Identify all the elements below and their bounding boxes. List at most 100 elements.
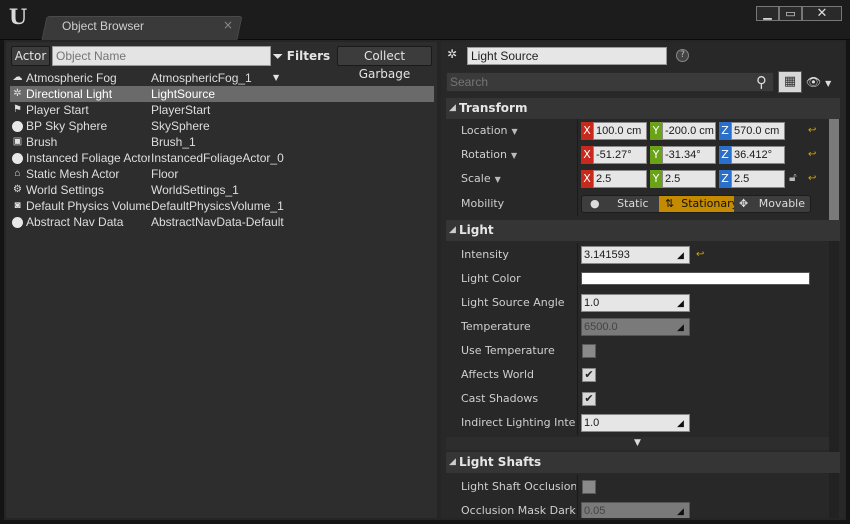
row-rotation: Rotation ▼ X -51.27° Y -31.34° Z 36.412° … [446, 143, 829, 167]
scale-z-field[interactable]: 2.5 [731, 170, 785, 188]
list-item[interactable]: Instanced Foliage Actor InstancedFoliageA… [10, 150, 434, 166]
row-indirect-lighting: Indirect Lighting Intensity 1.0◢ [446, 411, 829, 435]
category-light-shafts[interactable]: ◢ Light Shafts [446, 452, 840, 473]
view-options-button[interactable]: 👁 ▼ [806, 73, 838, 91]
cast-shadows-label: Cast Shadows [461, 392, 539, 405]
show-advanced-button[interactable]: ▼ [446, 437, 829, 450]
category-transform[interactable]: ◢ Transform [446, 98, 840, 119]
occlusion-mask-field[interactable]: 0.05 ◢ [581, 502, 690, 518]
intensity-label: Intensity [461, 248, 509, 261]
tab-close-icon[interactable]: × [222, 19, 234, 31]
details-search-input[interactable] [446, 72, 774, 92]
scale-label[interactable]: Scale ▼ [461, 167, 576, 191]
light-shaft-occlusion-label: Light Shaft Occlusion [461, 480, 576, 493]
row-scale: Scale ▼ X 2.5 Y 2.5 Z 2.5 🔓︎ ↩ [446, 167, 829, 191]
z-axis-label: Z [719, 170, 731, 188]
light-color-label[interactable]: ▷Light Color [461, 267, 576, 291]
location-z-field[interactable]: 570.0 cm [731, 122, 785, 140]
search-icon: ⚲ [756, 73, 767, 91]
list-item[interactable]: ⚙ World Settings WorldSettings_1 [10, 182, 434, 198]
maximize-button[interactable]: ▭ [779, 6, 802, 21]
tab-title: Object Browser [62, 19, 145, 33]
row-light-color: ▷Light Color [446, 267, 829, 291]
location-y-field[interactable]: -200.0 cm [662, 122, 716, 140]
rotation-z-field[interactable]: 36.412° [731, 146, 785, 164]
cast-shadows-checkbox[interactable]: ✔ [582, 392, 596, 406]
intensity-field[interactable]: 3.141593 ◢ [581, 246, 690, 264]
list-item[interactable]: ▣ Brush Brush_1 [10, 134, 434, 150]
row-mobility: Mobility ● Static ⇅ Stationary ✥ Movable [446, 192, 829, 216]
affects-world-checkbox[interactable]: ✔ [582, 368, 596, 382]
list-item[interactable]: ⚑ Player Start PlayerStart [10, 102, 434, 118]
list-item[interactable]: BP Sky Sphere SkySphere [10, 118, 434, 134]
list-item-name: BP Sky Sphere [26, 119, 108, 133]
scale-y-field[interactable]: 2.5 [662, 170, 716, 188]
spin-handle-icon[interactable]: ◢ [677, 418, 687, 428]
list-item-object: DefaultPhysicsVolume_1 [151, 199, 284, 213]
collect-garbage-button[interactable]: Collect Garbage [337, 46, 432, 81]
category-light[interactable]: ◢ Light [446, 220, 840, 241]
reset-rotation-icon[interactable]: ↩ [808, 150, 818, 160]
reset-scale-icon[interactable]: ↩ [808, 174, 818, 184]
temperature-field[interactable]: 6500.0 ◢ [581, 318, 690, 336]
list-item-object: InstancedFoliageActor_0 [151, 151, 284, 165]
location-label[interactable]: Location ▼ [461, 119, 576, 143]
property-matrix-button[interactable]: ▦ [778, 71, 802, 93]
help-icon[interactable]: ? [676, 49, 689, 62]
rotation-x-field[interactable]: -51.27° [593, 146, 647, 164]
spin-handle-icon[interactable]: ◢ [677, 298, 687, 308]
movable-icon: ✥ [739, 197, 749, 210]
list-item[interactable]: ◙ Default Physics Volume DefaultPhysicsVol… [10, 198, 434, 214]
list-item-name: Default Physics Volume [26, 199, 150, 213]
reset-intensity-icon[interactable]: ↩ [696, 250, 706, 260]
x-axis-label: X [581, 146, 593, 164]
stationary-icon: ⇅ [665, 197, 675, 210]
source-angle-field[interactable]: 1.0 ◢ [581, 294, 690, 312]
static-icon: ● [590, 197, 600, 210]
mobility-static-option[interactable]: ● Static [582, 196, 658, 212]
world-settings-icon: ⚙ [13, 184, 22, 195]
scale-x-field[interactable]: 2.5 [593, 170, 647, 188]
close-window-button[interactable]: ✕ [802, 6, 842, 21]
row-use-temperature: Use Temperature [446, 339, 829, 363]
column-divider[interactable] [577, 119, 578, 216]
location-x-field[interactable]: 100.0 cm [593, 122, 647, 140]
reset-location-icon[interactable]: ↩ [808, 126, 818, 136]
rotation-label[interactable]: Rotation ▼ [461, 143, 576, 167]
filter-icon: ⏷ [273, 49, 283, 63]
list-item[interactable]: Abstract Nav Data AbstractNavData-Default [10, 214, 434, 230]
spin-handle-icon[interactable]: ◢ [677, 322, 687, 332]
list-item-object: LightSource [151, 87, 216, 101]
spin-handle-icon[interactable]: ◢ [677, 506, 687, 516]
scrollbar-thumb[interactable] [829, 98, 839, 240]
mobility-stationary-option[interactable]: ⇅ Stationary [659, 196, 734, 212]
column-divider[interactable] [577, 475, 578, 518]
list-item-object: AtmosphericFog_1 [151, 71, 252, 85]
filters-dropdown[interactable]: ⏷ Filters ▼ [273, 46, 333, 82]
list-item-object: PlayerStart [151, 103, 211, 117]
actor-name-input[interactable] [467, 47, 667, 65]
sphere-icon [12, 121, 23, 132]
x-axis-label: X [581, 170, 593, 188]
spin-handle-icon[interactable]: ◢ [677, 250, 687, 260]
row-intensity: Intensity 3.141593 ◢ ↩ [446, 243, 829, 267]
list-item[interactable]: ☁ Atmospheric Fog AtmosphericFog_1 [10, 70, 434, 86]
list-item-name: World Settings [26, 183, 104, 197]
mobility-movable-option[interactable]: ✥ Movable [735, 196, 810, 212]
use-temperature-checkbox[interactable] [582, 344, 596, 358]
rotation-y-field[interactable]: -31.34° [662, 146, 716, 164]
list-item[interactable]: ✲ Directional Light LightSource [10, 86, 434, 102]
temperature-label: Temperature [461, 320, 531, 333]
light-shaft-occlusion-checkbox[interactable] [582, 480, 596, 494]
column-divider[interactable] [577, 243, 578, 435]
object-name-search-input[interactable] [52, 46, 271, 66]
lock-icon[interactable]: 🔓︎ [789, 171, 799, 183]
occlusion-mask-label: Occlusion Mask Darkness [461, 504, 576, 517]
list-item[interactable]: ⌂ Static Mesh Actor Floor [10, 166, 434, 182]
indirect-lighting-field[interactable]: 1.0 ◢ [581, 414, 690, 432]
minimize-button[interactable]: ▁ [756, 6, 779, 21]
actor-class-button[interactable]: Actor [11, 46, 50, 66]
list-item-name: Brush [26, 135, 58, 149]
light-color-swatch[interactable] [581, 272, 810, 285]
row-light-shaft-occlusion: Light Shaft Occlusion [446, 475, 829, 499]
